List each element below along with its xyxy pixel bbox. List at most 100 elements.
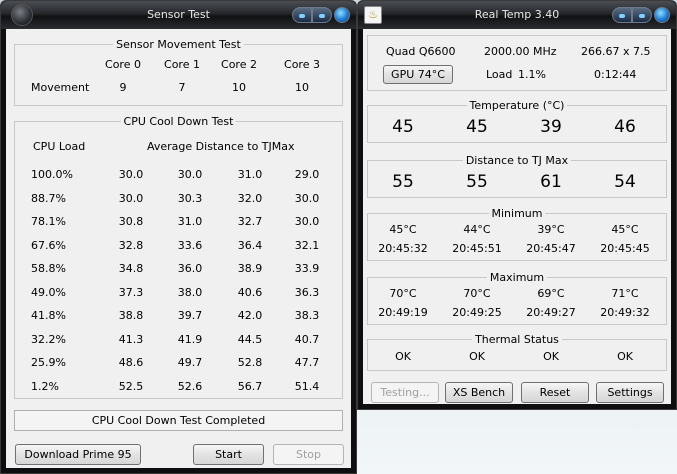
cooldown-core0-value: 30.8 [118,215,144,228]
real-temp-client: Quad Q6600 2000.00 MHz 266.67 x 7.5 GPU … [363,29,671,404]
minimum-group: Minimum 45°C 44°C 39°C 45°C 20:45:32 20:… [367,207,667,261]
uptime: 0:12:44 [594,68,637,81]
cooldown-core3-value: 30.0 [294,192,320,205]
temperature-legend: Temperature (°C) [368,99,666,112]
movement-legend: Sensor Movement Test [15,38,342,51]
cooldown-core0-value: 34.8 [118,262,144,275]
core3-thermal-status: OK [617,350,633,363]
maximize-button[interactable] [632,7,652,23]
maximize-button[interactable] [312,7,332,23]
sensor-test-window: Sensor Test Sensor Movement Test Core 0 … [0,0,357,474]
cooldown-row-load: 58.8% [31,262,66,275]
core2-min-temp: 39°C [537,223,565,236]
movement-core3-header: Core 3 [284,58,320,71]
cooldown-row-load: 32.2% [31,333,66,346]
core0-thermal-status: OK [395,350,411,363]
core2-max-temp: 69°C [537,287,565,300]
load-value: 1.1% [518,68,546,81]
cooldown-row-load: 88.7% [31,192,66,205]
maximize-icon [639,14,645,18]
gpu-temp-button[interactable]: GPU 74°C [383,65,453,84]
movement-row-label: Movement [31,81,90,94]
movement-core1-header: Core 1 [164,58,200,71]
cooldown-core3-value: 33.9 [294,262,320,275]
close-button[interactable] [654,7,670,23]
minimum-legend: Minimum [368,207,666,220]
cooldown-core0-value: 48.6 [118,356,144,369]
cooldown-core2-value: 42.0 [237,309,263,322]
sensor-test-client: Sensor Movement Test Core 0 Core 1 Core … [6,29,351,468]
movement-core2-header: Core 2 [221,58,257,71]
maximize-icon [319,14,325,18]
core1-temperature: 45 [466,117,488,137]
cooldown-core3-value: 38.3 [294,309,320,322]
core3-max-time: 20:49:32 [600,306,650,319]
cooldown-row-load: 67.6% [31,239,66,252]
cooldown-core1-value: 30.0 [177,168,203,181]
download-prime95-button[interactable]: Download Prime 95 [15,444,141,465]
core1-max-temp: 70°C [463,287,491,300]
reset-button[interactable]: Reset [521,382,589,403]
minimize-button[interactable] [612,7,632,23]
core3-max-temp: 71°C [611,287,639,300]
cooldown-group: CPU Cool Down Test CPU Load Average Dist… [14,115,343,399]
testing-button[interactable]: Testing... [371,382,439,403]
cooldown-core0-value: 30.0 [118,192,144,205]
cooldown-core1-value: 52.6 [177,380,203,393]
movement-group: Sensor Movement Test Core 0 Core 1 Core … [14,38,343,106]
core3-min-time: 20:45:45 [600,242,650,255]
core2-min-time: 20:45:47 [526,242,576,255]
core0-distance: 55 [392,172,414,192]
stop-button[interactable]: Stop [273,444,344,465]
start-button[interactable]: Start [193,444,264,465]
cooldown-core1-value: 31.0 [177,215,203,228]
cooldown-load-header: CPU Load [33,140,86,153]
cpu-info-group: Quad Q6600 2000.00 MHz 266.67 x 7.5 GPU … [367,35,667,91]
cooldown-legend: CPU Cool Down Test [15,115,342,128]
cpu-multiplier: 266.67 x 7.5 [581,45,651,58]
cooldown-core0-value: 30.0 [118,168,144,181]
core0-min-temp: 45°C [389,223,417,236]
close-button[interactable] [334,7,350,23]
movement-core0-value: 9 [119,81,127,94]
core1-max-time: 20:49:25 [452,306,502,319]
core2-distance: 61 [540,172,562,192]
core1-min-time: 20:45:51 [452,242,502,255]
cooldown-core2-value: 31.0 [237,168,263,181]
cooldown-core3-value: 47.7 [294,356,320,369]
real-temp-window: ♨ Real Temp 3.40 Quad Q6600 2000.00 MHz … [357,0,677,410]
cooldown-row-load: 100.0% [31,168,73,181]
cooldown-core1-value: 41.9 [177,333,203,346]
movement-core1-value: 7 [178,81,186,94]
sensor-test-titlebar[interactable]: Sensor Test [1,1,356,29]
minimize-button[interactable] [292,7,312,23]
cooldown-core0-value: 52.5 [118,380,144,393]
cooldown-core1-value: 49.7 [177,356,203,369]
cooldown-core2-value: 38.9 [237,262,263,275]
cooldown-core1-value: 39.7 [177,309,203,322]
load-label: Load [486,68,513,81]
cooldown-core2-value: 32.7 [237,215,263,228]
real-temp-titlebar[interactable]: ♨ Real Temp 3.40 [358,1,676,29]
cooldown-core2-value: 56.7 [237,380,263,393]
minimize-icon [619,14,625,18]
core0-min-time: 20:45:32 [378,242,428,255]
core3-min-temp: 45°C [611,223,639,236]
distance-legend: Distance to TJ Max [368,154,666,167]
cooldown-status: CPU Cool Down Test Completed [14,410,343,431]
thermal-status-legend: Thermal Status [368,333,666,346]
cooldown-row-load: 25.9% [31,356,66,369]
cooldown-core1-value: 30.3 [177,192,203,205]
cooldown-row-load: 41.8% [31,309,66,322]
core1-thermal-status: OK [469,350,485,363]
cooldown-core3-value: 30.0 [294,215,320,228]
cooldown-core0-value: 38.8 [118,309,144,322]
xs-bench-button[interactable]: XS Bench [445,382,513,403]
cooldown-row-load: 49.0% [31,286,66,299]
cpu-name: Quad Q6600 [386,45,456,58]
settings-button[interactable]: Settings [596,382,664,403]
cpu-clock: 2000.00 MHz [484,45,557,58]
core0-max-time: 20:49:19 [378,306,428,319]
movement-core2-value: 10 [232,81,246,94]
movement-core0-header: Core 0 [105,58,141,71]
